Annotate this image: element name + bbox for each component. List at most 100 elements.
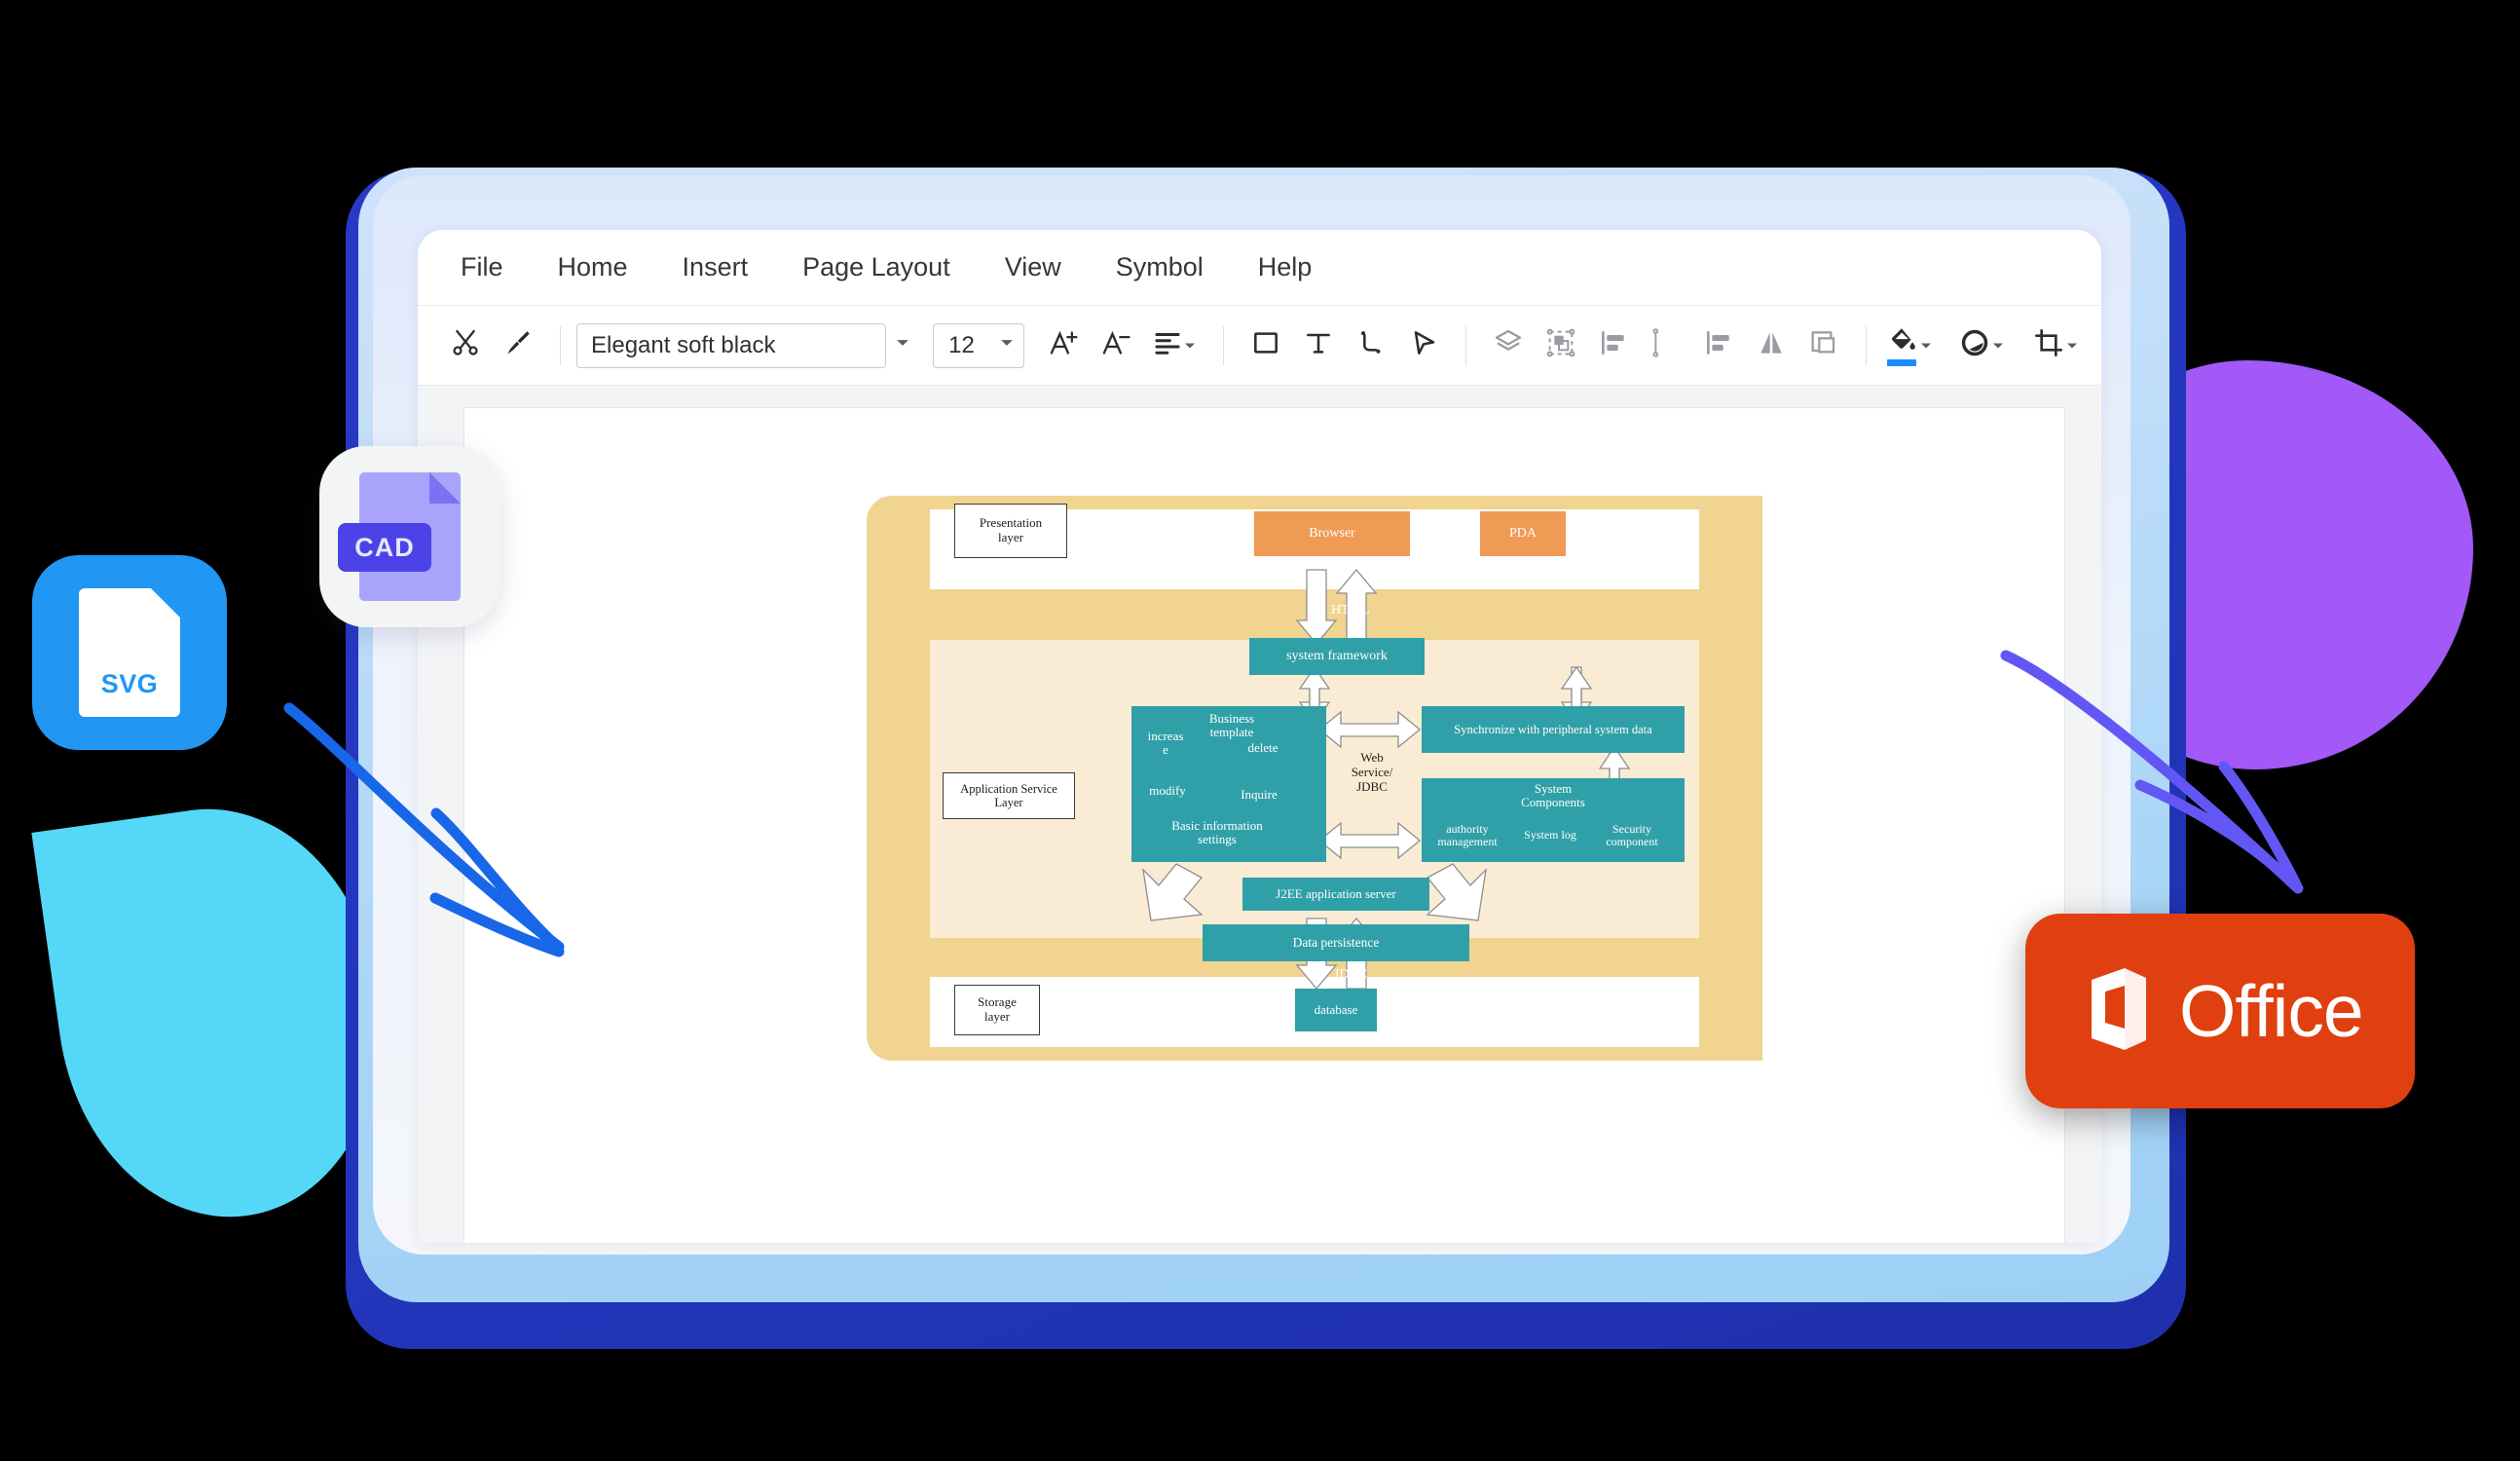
node-security-component-label: Security component	[1606, 822, 1658, 849]
distribute-objects-icon	[1650, 327, 1682, 363]
edge-label-jdbc: JDBC	[1333, 967, 1368, 982]
office-logo-icon	[2076, 964, 2154, 1059]
node-pda[interactable]: PDA	[1480, 511, 1566, 556]
cut-button[interactable]	[439, 319, 492, 372]
increase-font-size-button[interactable]	[1038, 319, 1091, 372]
rectangle-shape-icon	[1250, 327, 1281, 363]
group-objects-icon	[1545, 327, 1576, 363]
format-painter-button[interactable]	[492, 319, 544, 372]
text-box-button[interactable]	[1292, 319, 1345, 372]
svg-badge-label: SVG	[100, 669, 159, 698]
shape-style-icon	[1959, 327, 1990, 363]
align-left-button[interactable]	[1692, 319, 1745, 372]
fill-color-icon	[1887, 325, 1918, 366]
cad-document-icon: CAD	[338, 472, 461, 601]
node-database[interactable]: database	[1295, 989, 1377, 1031]
decrease-font-size-icon	[1100, 326, 1133, 364]
menu-item-page-layout[interactable]: Page Layout	[775, 243, 978, 292]
rectangle-shape-button[interactable]	[1240, 319, 1292, 372]
menu-item-home[interactable]: Home	[531, 243, 655, 292]
layers-icon	[1493, 327, 1524, 363]
architecture-diagram[interactable]: Presentation layer Browser PDA HTML syst…	[867, 496, 1762, 1061]
distribute-objects-button[interactable]	[1640, 319, 1692, 372]
selection-pointer-icon	[1408, 327, 1439, 363]
crop-button[interactable]	[2026, 319, 2087, 372]
align-objects-icon	[1598, 327, 1629, 363]
node-presentation-layer[interactable]: Presentation layer	[954, 504, 1067, 558]
menu-bar: File Home Insert Page Layout View Symbol…	[418, 230, 2101, 306]
menu-item-help[interactable]: Help	[1231, 243, 1340, 292]
svg-document-icon: SVG	[79, 588, 180, 717]
node-system-log-label: System log	[1524, 828, 1576, 842]
svg-file-badge[interactable]: SVG	[32, 555, 227, 750]
menu-item-insert[interactable]: Insert	[655, 243, 776, 292]
chevron-down-icon	[1182, 340, 1198, 352]
node-authority-management-label: authority management	[1437, 822, 1498, 849]
toolbar-separator-4	[1866, 325, 1867, 365]
align-objects-button[interactable]	[1587, 319, 1640, 372]
connector-line-icon	[1355, 327, 1387, 363]
node-increase-label: increas e	[1147, 729, 1184, 758]
menu-item-symbol[interactable]: Symbol	[1089, 243, 1231, 292]
node-business-template-label: Business template	[1208, 711, 1255, 740]
connector-line-button[interactable]	[1345, 319, 1397, 372]
toolbar: Elegant soft black 12	[418, 306, 2101, 386]
text-align-button[interactable]	[1143, 319, 1207, 372]
node-application-service-layer[interactable]: Application Service Layer	[943, 772, 1075, 819]
menu-item-file[interactable]: File	[433, 243, 531, 292]
text-box-icon	[1303, 327, 1334, 363]
flip-horizontal-button[interactable]	[1745, 319, 1797, 372]
format-painter-icon	[502, 327, 534, 363]
layers-button[interactable]	[1482, 319, 1535, 372]
chevron-down-icon	[1918, 340, 1934, 352]
node-storage-layer[interactable]: Storage layer	[954, 985, 1040, 1035]
selection-pointer-button[interactable]	[1397, 319, 1450, 372]
decrease-font-size-button[interactable]	[1091, 319, 1143, 372]
scissors-icon	[450, 327, 481, 363]
node-synchronize-peripheral[interactable]: Synchronize with peripheral system data	[1422, 706, 1685, 753]
group-objects-button[interactable]	[1535, 319, 1587, 372]
flip-horizontal-icon	[1756, 327, 1787, 363]
chevron-down-icon	[1000, 336, 1014, 355]
node-j2ee-application-server[interactable]: J2EE application server	[1242, 878, 1429, 911]
chevron-down-icon	[896, 336, 909, 355]
node-basic-information-settings-label: Basic information settings	[1171, 818, 1263, 847]
node-modify-label: modify	[1149, 783, 1186, 798]
node-browser[interactable]: Browser	[1254, 511, 1410, 556]
align-left-icon	[1703, 327, 1734, 363]
text-align-icon	[1153, 328, 1182, 362]
font-size-control[interactable]: 12	[933, 322, 1024, 368]
toolbar-separator-3	[1465, 325, 1466, 365]
menu-item-view[interactable]: View	[978, 243, 1089, 292]
node-data-persistence[interactable]: Data persistence	[1203, 924, 1469, 961]
node-system-framework[interactable]: system framework	[1249, 638, 1425, 675]
canvas-area[interactable]: Presentation layer Browser PDA HTML syst…	[418, 386, 2101, 1243]
node-inquire-label: Inquire	[1241, 787, 1278, 802]
chevron-down-icon	[1990, 340, 2006, 352]
cad-badge-label: CAD	[338, 523, 431, 572]
font-size-input[interactable]: 12	[933, 322, 989, 368]
node-delete-label: delete	[1247, 740, 1279, 755]
bring-forward-button[interactable]	[1797, 319, 1850, 372]
node-system-components-label: System Components	[1521, 781, 1585, 810]
fill-color-button[interactable]	[1882, 319, 1939, 372]
document-page[interactable]: Presentation layer Browser PDA HTML syst…	[463, 407, 2065, 1243]
font-family-input[interactable]: Elegant soft black	[576, 322, 886, 368]
bring-forward-icon	[1808, 327, 1839, 363]
crop-icon	[2033, 327, 2064, 363]
edge-label-html: HTML	[1331, 603, 1370, 618]
chevron-down-icon	[2064, 340, 2080, 352]
office-badge[interactable]: Office	[2025, 914, 2415, 1108]
left-pointer-arrow-decoration	[283, 702, 565, 957]
edge-label-web-service-jdbc: Web Service/ JDBC	[1351, 750, 1393, 794]
right-pointer-arrow-decoration	[2000, 650, 2304, 894]
font-family-dropdown-button[interactable]	[886, 323, 919, 368]
application-window: File Home Insert Page Layout View Symbol…	[418, 230, 2101, 1243]
increase-font-size-icon	[1048, 326, 1081, 364]
cad-file-badge[interactable]: CAD	[319, 446, 500, 627]
office-badge-label: Office	[2179, 970, 2364, 1052]
shape-style-button[interactable]	[1952, 319, 2013, 372]
screenshot-stage: File Home Insert Page Layout View Symbol…	[0, 0, 2520, 1461]
toolbar-separator-1	[560, 325, 561, 365]
font-size-dropdown-button[interactable]	[989, 322, 1024, 368]
